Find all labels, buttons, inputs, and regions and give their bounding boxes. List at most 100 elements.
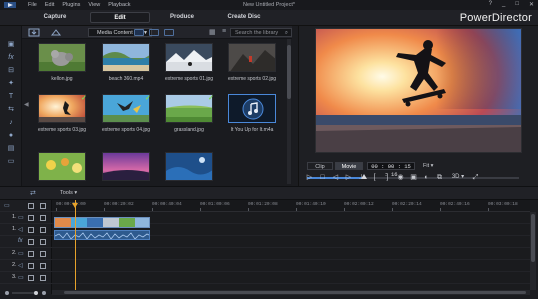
media-thumbnail[interactable]: [228, 94, 276, 123]
media-thumbnail[interactable]: [38, 94, 86, 123]
3d-mode-toggle[interactable]: 3D ▾: [449, 173, 467, 182]
fx-room-icon[interactable]: fx: [6, 53, 16, 62]
media-thumbnail[interactable]: [165, 43, 213, 72]
timeline-settings-icon[interactable]: ⇄: [30, 189, 36, 197]
maximize-button[interactable]: □: [515, 1, 519, 8]
track-enable-checkbox[interactable]: [28, 215, 34, 221]
chapter-room-icon[interactable]: ▤: [6, 144, 16, 153]
media-label: It You Up for It.m4a: [230, 127, 274, 133]
timeline-horizontal-scrollbar[interactable]: [52, 290, 530, 295]
playhead-handle[interactable]: [72, 203, 78, 208]
tools-menu[interactable]: Tools ▾: [60, 190, 77, 196]
help-button[interactable]: ?: [489, 1, 492, 8]
timeline-zoom-slider[interactable]: [4, 290, 48, 296]
view-image-icon[interactable]: [149, 29, 159, 36]
timecode-display[interactable]: 00 : 00 : 15 : 16: [367, 162, 415, 178]
movie-mode-button[interactable]: Movie: [335, 162, 363, 170]
media-thumbnail[interactable]: [165, 94, 213, 123]
track-header-video-3: 3. ▭: [0, 272, 52, 284]
media-thumbnail[interactable]: [102, 94, 150, 123]
search-input[interactable]: Search the library ⌕: [230, 28, 292, 37]
used-checkmark-icon: ✓: [81, 95, 87, 102]
room-sidebar: ▣ fx ⊟ ✦ T ⇆ ♪ ● ▤ ▭: [0, 26, 22, 186]
audio-mixing-icon[interactable]: ♪: [6, 118, 16, 127]
tab-capture[interactable]: Capture: [30, 12, 80, 23]
split-icon[interactable]: ⊥: [357, 173, 366, 182]
grid-view-icon[interactable]: ▦: [209, 28, 216, 36]
collapse-library-icon[interactable]: ◀: [24, 101, 29, 108]
chevron-down-icon: ▾: [430, 163, 434, 169]
track-header-top: ▭: [0, 200, 52, 212]
plugin-icon[interactable]: [50, 28, 62, 37]
timeline-ruler[interactable]: 00:00:00:00 00:00:20:02 00:00:40:04 00:0…: [52, 200, 530, 212]
checkbox-icon[interactable]: [28, 203, 34, 209]
detach-preview-icon[interactable]: ⧉: [435, 173, 444, 182]
subtitle-room-icon[interactable]: ▭: [6, 157, 16, 166]
scrollbar-thumb[interactable]: [531, 214, 535, 262]
next-frame-icon[interactable]: ▷: [344, 173, 353, 182]
media-room-icon[interactable]: ▣: [6, 40, 16, 49]
previous-frame-icon[interactable]: ◁: [331, 173, 340, 182]
minimize-button[interactable]: _: [502, 1, 505, 8]
display-settings-icon[interactable]: ▣: [409, 173, 418, 182]
track-lock-checkbox[interactable]: [40, 263, 46, 269]
video-clip[interactable]: [54, 217, 150, 228]
mark-in-icon[interactable]: [: [370, 173, 379, 182]
track-lock-checkbox[interactable]: [40, 251, 46, 257]
fullscreen-icon[interactable]: ⤢: [471, 173, 480, 182]
ruler-tick: [488, 208, 489, 211]
timeline-tracks[interactable]: [52, 212, 530, 294]
used-checkmark-icon: ✓: [208, 95, 214, 102]
snapshot-icon[interactable]: ◉: [396, 173, 405, 182]
track-enable-checkbox[interactable]: [28, 227, 34, 233]
brand-name: PowerDirector: [459, 12, 532, 24]
clip-mode-button[interactable]: Clip: [307, 162, 333, 170]
track-enable-checkbox[interactable]: [28, 239, 34, 245]
media-thumbnail[interactable]: [38, 152, 86, 181]
view-audio-icon[interactable]: [164, 29, 174, 36]
voice-over-icon[interactable]: ●: [6, 131, 16, 140]
tab-create-disc[interactable]: Create Disc: [218, 12, 270, 23]
close-button[interactable]: ✕: [529, 1, 534, 8]
track-manager-icon[interactable]: ▭: [4, 202, 10, 209]
transition-room-icon[interactable]: ⇆: [6, 105, 16, 114]
ruler-label: 00:02:40:16: [440, 202, 470, 207]
track-enable-checkbox[interactable]: [28, 275, 34, 281]
ruler-tick: [248, 208, 249, 211]
particle-room-icon[interactable]: ✦: [6, 79, 16, 88]
play-icon[interactable]: ▷: [305, 173, 314, 182]
title-room-icon[interactable]: T: [6, 92, 16, 101]
ruler-tick: [200, 208, 201, 211]
media-thumbnail[interactable]: [102, 43, 150, 72]
zoom-fit-dropdown[interactable]: Fit ▾: [423, 162, 433, 170]
scrollbar-thumb[interactable]: [64, 291, 526, 294]
import-media-icon[interactable]: [28, 28, 40, 37]
tab-produce[interactable]: Produce: [158, 12, 206, 23]
sort-icon[interactable]: ≡: [222, 28, 226, 35]
scrollbar-thumb[interactable]: [287, 45, 291, 99]
media-thumbnail[interactable]: [165, 152, 213, 181]
track-lock-checkbox[interactable]: [40, 215, 46, 221]
library-scrollbar[interactable]: [287, 39, 291, 184]
view-video-icon[interactable]: [134, 29, 144, 36]
track-lock-checkbox[interactable]: [40, 239, 46, 245]
media-label: extreme sports 01.jpg: [164, 76, 214, 82]
timeline-playhead[interactable]: [75, 200, 76, 294]
timeline-vertical-scrollbar[interactable]: [530, 212, 536, 290]
media-thumbnail[interactable]: [38, 43, 86, 72]
volume-icon[interactable]: ◐: [422, 173, 431, 182]
stop-icon[interactable]: □: [318, 173, 327, 182]
track-lock-checkbox[interactable]: [40, 227, 46, 233]
preview-panel: Clip Movie 00 : 00 : 15 : 16 Fit ▾ ▷ □ ◁…: [298, 26, 538, 186]
media-thumbnail[interactable]: [102, 152, 150, 181]
media-thumbnail[interactable]: [228, 43, 276, 72]
track-lock-checkbox[interactable]: [40, 275, 46, 281]
pip-room-icon[interactable]: ⊟: [6, 66, 16, 75]
track-enable-checkbox[interactable]: [28, 263, 34, 269]
tab-edit[interactable]: Edit: [90, 12, 150, 23]
checkbox-icon[interactable]: [40, 203, 46, 209]
audio-clip[interactable]: [54, 230, 150, 240]
search-icon[interactable]: ⌕: [285, 29, 288, 37]
mark-out-icon[interactable]: ]: [383, 173, 392, 182]
track-enable-checkbox[interactable]: [28, 251, 34, 257]
